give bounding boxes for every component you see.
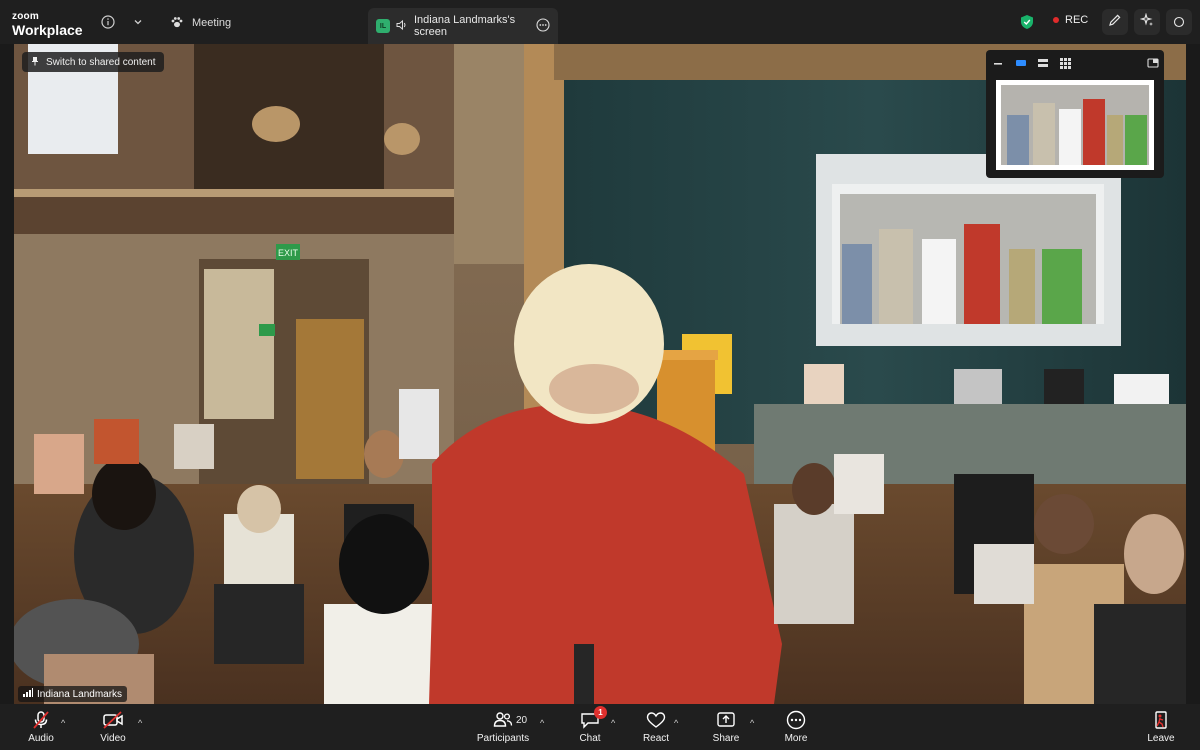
ai-companion-button-2[interactable] <box>1166 9 1192 35</box>
meeting-controls: Audio ^ Video ^ Participants 20 ^ 1 Chat… <box>0 704 1200 750</box>
audio-options-caret[interactable]: ^ <box>61 718 65 728</box>
more-label: More <box>784 733 808 744</box>
react-icon <box>644 709 668 731</box>
react-options-caret[interactable]: ^ <box>674 718 678 728</box>
video-off-icon <box>101 709 125 731</box>
chat-options-caret[interactable]: ^ <box>611 718 615 728</box>
participants-options-caret[interactable]: ^ <box>540 718 544 728</box>
pip-shared-photo <box>996 80 1154 170</box>
tab-avatar: IL <box>376 19 390 33</box>
ai-companion-button[interactable] <box>1134 9 1160 35</box>
view-strip-icon <box>1038 64 1048 67</box>
pip-toolbar <box>990 56 1160 70</box>
annotate-button[interactable] <box>1102 9 1128 35</box>
ellipsis-icon[interactable] <box>536 17 550 35</box>
pencil-icon <box>1108 13 1122 32</box>
picture-in-picture-panel[interactable] <box>986 50 1164 178</box>
share-button[interactable]: Share <box>698 709 754 749</box>
participants-count: 20 <box>516 715 528 726</box>
signal-icon <box>23 688 33 700</box>
video-button[interactable]: Video <box>85 709 141 749</box>
brand-line1: zoom <box>12 11 39 22</box>
chat-label: Chat <box>579 733 601 744</box>
switch-to-shared-content-button[interactable]: Switch to shared content <box>22 52 164 72</box>
paw-icon <box>170 15 184 32</box>
switch-label: Switch to shared content <box>46 56 156 68</box>
sparkle-icon <box>1139 11 1154 32</box>
participant-name-tag: Indiana Landmarks <box>18 686 128 702</box>
share-options-caret[interactable]: ^ <box>750 718 754 728</box>
recording-indicator[interactable]: REC <box>1053 14 1088 26</box>
mic-muted-icon <box>29 709 53 731</box>
chat-icon: 1 <box>578 706 607 731</box>
view-grid-icon <box>1060 58 1071 69</box>
speaker-icon <box>396 19 408 34</box>
video-label: Video <box>100 733 126 744</box>
chevron-down-icon[interactable] <box>128 12 148 32</box>
shield-icon[interactable] <box>1017 12 1037 32</box>
audio-label: Audio <box>28 733 54 744</box>
meeting-button[interactable]: Meeting <box>170 12 231 34</box>
chat-unread-badge: 1 <box>594 706 607 719</box>
info-icon[interactable] <box>98 12 118 32</box>
participants-icon <box>491 709 515 731</box>
rec-label: REC <box>1065 14 1089 26</box>
leave-button[interactable]: Leave <box>1133 709 1189 749</box>
app-logo: zoom Workplace <box>12 11 83 38</box>
video-stage[interactable]: EXIT Switch to shared content Indiana La… <box>14 44 1186 704</box>
recording-dot <box>1053 17 1059 23</box>
leave-icon <box>1149 709 1173 731</box>
participants-label: Participants <box>476 733 530 744</box>
brand-line2: Workplace <box>12 22 83 38</box>
top-bar: zoom Workplace Meeting IL Indiana Landma… <box>0 0 1200 44</box>
more-button[interactable]: More <box>768 709 824 749</box>
chat-button[interactable]: 1 Chat <box>562 706 618 749</box>
audio-button[interactable]: Audio <box>13 709 69 749</box>
more-icon <box>784 709 808 731</box>
share-icon <box>714 709 738 731</box>
minimize-icon <box>994 63 1002 65</box>
react-label: React <box>642 733 670 744</box>
participant-name: Indiana Landmarks <box>37 688 123 700</box>
meeting-label: Meeting <box>192 17 232 29</box>
pin-icon <box>30 56 40 69</box>
leave-label: Leave <box>1147 733 1175 744</box>
share-label: Share <box>712 733 740 744</box>
shared-screen-tab[interactable]: IL Indiana Landmarks's screen <box>368 8 558 44</box>
exit-sign: EXIT <box>278 248 299 258</box>
view-speaker-icon <box>1016 60 1026 66</box>
react-button[interactable]: React <box>628 709 684 749</box>
shared-screen-label: Indiana Landmarks's screen <box>414 14 516 38</box>
video-options-caret[interactable]: ^ <box>138 718 142 728</box>
